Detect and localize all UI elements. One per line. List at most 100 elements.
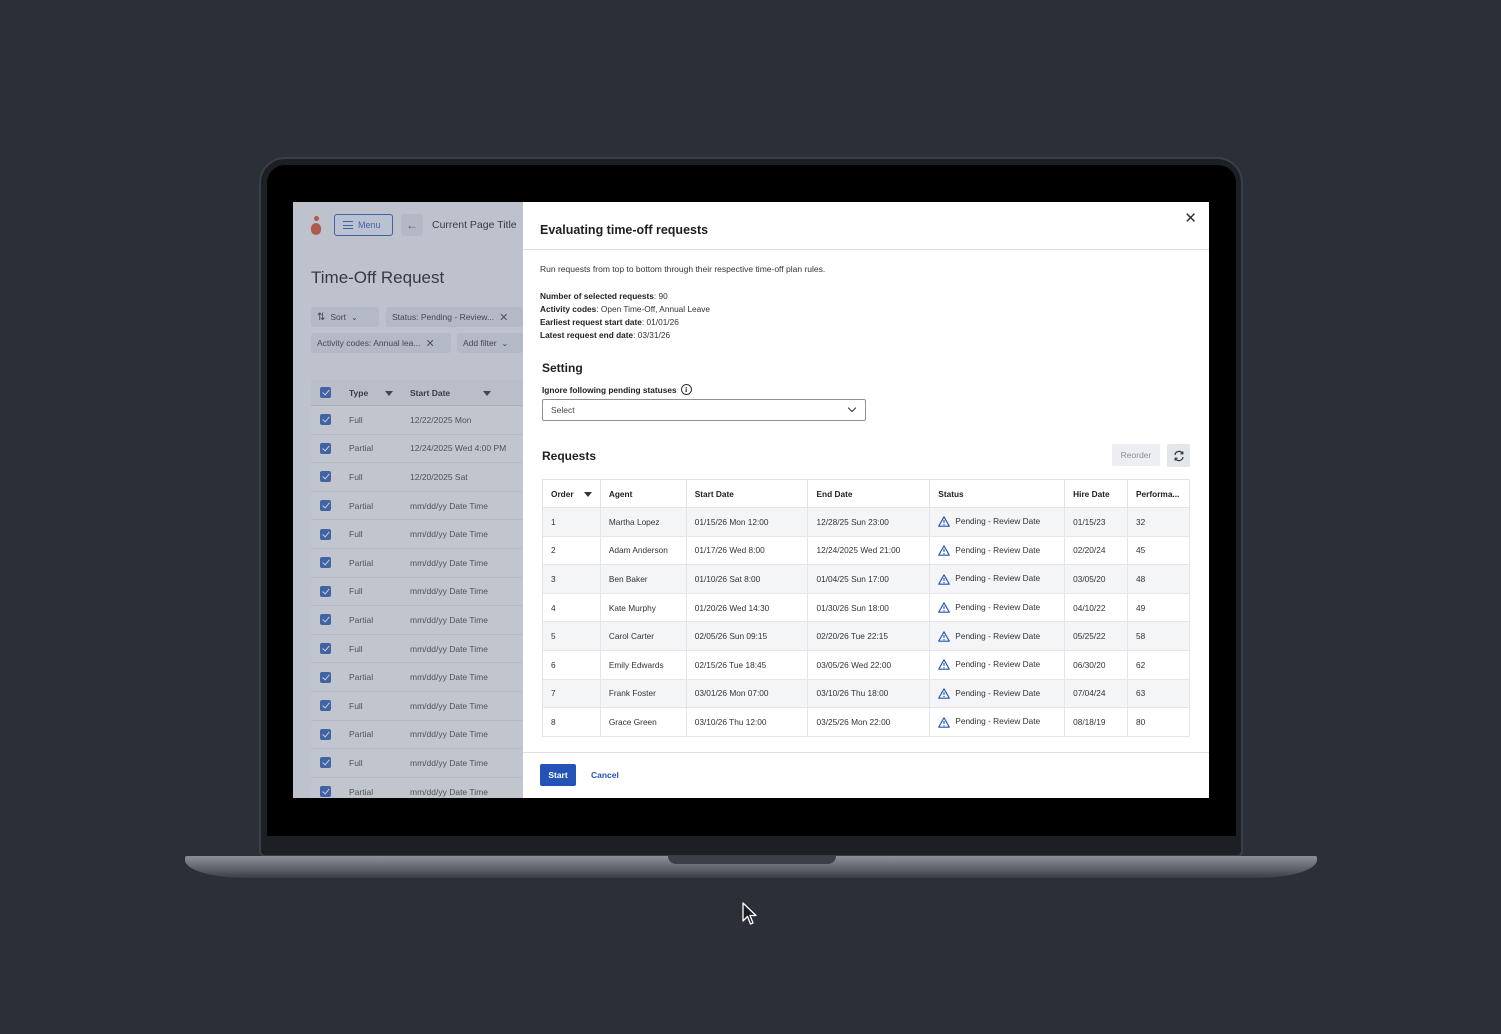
table-row[interactable]: Partial mm/dd/yy Date Time — [311, 663, 523, 692]
refresh-button[interactable] — [1167, 444, 1190, 467]
setting-heading: Setting — [542, 361, 583, 375]
sort-button[interactable]: ⇅ Sort ⌄ — [311, 307, 379, 327]
cell-start-date: 02/05/26 Sun 09:15 — [685, 621, 809, 651]
row-checkbox[interactable] — [320, 728, 331, 740]
status-filter-chip[interactable]: Status: Pending - Review... ✕ — [386, 307, 523, 327]
row-type: Full — [349, 414, 363, 425]
column-header-start-date[interactable]: Start Date — [685, 479, 809, 508]
sort-down-icon[interactable] — [384, 390, 393, 396]
cell-order: 3 — [542, 564, 601, 594]
cell-end-date: 01/30/26 Sun 18:00 — [807, 592, 931, 623]
close-icon[interactable]: ✕ — [425, 337, 434, 350]
row-checkbox[interactable] — [320, 414, 331, 426]
modal-title: Evaluating time-off requests — [540, 223, 709, 237]
menu-button[interactable]: Menu — [334, 214, 393, 236]
row-checkbox[interactable] — [320, 643, 331, 655]
table-row[interactable]: Full 12/22/2025 Mon — [311, 406, 523, 435]
cell-hire-date: 04/10/22 — [1064, 592, 1128, 623]
sort-down-icon[interactable] — [583, 491, 592, 497]
request-row[interactable]: 2 Adam Anderson 01/17/26 Wed 8:00 12/24/202… — [542, 535, 1190, 566]
cell-start-date: 01/10/26 Sat 8:00 — [685, 564, 809, 594]
table-row[interactable]: Partial mm/dd/yy Date Time — [311, 491, 523, 521]
info-icon[interactable]: i — [680, 384, 692, 395]
row-start-date: mm/dd/yy Date Time — [410, 786, 488, 797]
status-text: Pending - Review Date — [955, 687, 1041, 698]
row-start-date: mm/dd/yy Date Time — [410, 757, 488, 768]
start-button[interactable]: Start — [540, 764, 576, 786]
sort-down-icon[interactable] — [482, 390, 491, 396]
field-label-text: Ignore following pending statuses — [542, 384, 677, 395]
row-checkbox[interactable] — [320, 585, 331, 597]
row-type: Partial — [349, 786, 374, 797]
column-header-status[interactable]: Status — [929, 479, 1066, 508]
column-header-type[interactable]: Type — [349, 388, 410, 398]
screen: Menu ← Current Page Title Time-Off Reque… — [293, 202, 1209, 798]
request-row[interactable]: 3 Ben Baker 01/10/26 Sat 8:00 01/04/25 Sun … — [542, 564, 1190, 594]
row-type: Partial — [349, 614, 374, 625]
close-icon[interactable]: ✕ — [499, 311, 508, 324]
row-checkbox[interactable] — [320, 700, 331, 712]
requests-heading: Requests — [542, 449, 597, 463]
table-row[interactable]: Full mm/dd/yy Date Time — [311, 691, 523, 721]
table-row[interactable]: Full mm/dd/yy Date Time — [311, 749, 523, 778]
cancel-button[interactable]: Cancel — [591, 770, 619, 780]
cell-performance: 58 — [1127, 621, 1190, 651]
cell-performance: 80 — [1127, 707, 1190, 737]
row-checkbox[interactable] — [320, 786, 331, 798]
row-checkbox[interactable] — [320, 757, 331, 769]
activity-filter-label: Activity codes: Annual lea... — [317, 338, 421, 348]
column-header-start-date[interactable]: Start Date — [410, 388, 523, 398]
status-text: Pending - Review Date — [955, 573, 1041, 584]
warning-icon — [938, 573, 951, 585]
table-row[interactable]: Full 12/20/2025 Sat — [311, 463, 523, 492]
request-row[interactable]: 7 Frank Foster 03/01/26 Mon 07:00 03/10/26 … — [542, 678, 1190, 709]
back-button[interactable]: ← — [401, 214, 423, 236]
reorder-button[interactable]: Reorder — [1112, 444, 1160, 466]
row-start-date: mm/dd/yy Date Time — [410, 700, 488, 711]
table-row[interactable]: Full mm/dd/yy Date Time — [311, 520, 523, 549]
top-bar: Menu ← Current Page Title — [293, 202, 523, 248]
row-checkbox[interactable] — [320, 528, 331, 540]
column-header-hire-date[interactable]: Hire Date — [1064, 479, 1128, 508]
row-type: Full — [349, 700, 363, 711]
column-header-end-date[interactable]: End Date — [807, 479, 931, 508]
column-header-order[interactable]: Order — [542, 479, 601, 508]
close-icon[interactable]: ✕ — [1184, 209, 1197, 227]
table-row[interactable]: Partial mm/dd/yy Date Time — [311, 777, 523, 798]
cell-start-date: 01/20/26 Wed 14:30 — [685, 592, 809, 623]
request-row[interactable]: 6 Emily Edwards 02/15/26 Tue 18:45 03/05/26… — [542, 649, 1190, 680]
request-row[interactable]: 5 Carol Carter 02/05/26 Sun 09:15 02/20/26 … — [542, 621, 1190, 651]
status-text: Pending - Review Date — [955, 601, 1041, 612]
column-header-agent[interactable]: Agent — [599, 479, 687, 508]
table-row[interactable]: Partial mm/dd/yy Date Time — [311, 548, 523, 578]
row-checkbox[interactable] — [320, 614, 331, 626]
cell-end-date: 01/04/25 Sun 17:00 — [807, 564, 931, 594]
row-checkbox[interactable] — [320, 442, 331, 454]
cell-start-date: 02/15/26 Tue 18:45 — [685, 649, 809, 680]
table-row[interactable]: Full mm/dd/yy Date Time — [311, 577, 523, 607]
table-row[interactable]: Partial 12/24/2025 Wed 4:00 PM — [311, 434, 523, 464]
table-row[interactable]: Partial mm/dd/yy Date Time — [311, 720, 523, 750]
table-row[interactable]: Full mm/dd/yy Date Time — [311, 634, 523, 664]
cell-status: Pending - Review Date — [929, 707, 1066, 737]
row-checkbox[interactable] — [320, 471, 331, 483]
row-checkbox[interactable] — [320, 671, 331, 683]
row-checkbox[interactable] — [320, 557, 331, 569]
row-type: Partial — [349, 557, 374, 568]
column-label: Type — [349, 387, 369, 398]
request-row[interactable]: 1 Martha Lopez 01/15/26 Mon 12:00 12/28/25 … — [542, 507, 1190, 537]
select-all-checkbox[interactable] — [320, 387, 331, 398]
cell-status: Pending - Review Date — [929, 564, 1066, 594]
status-text: Pending - Review Date — [955, 659, 1041, 670]
status-text: Pending - Review Date — [955, 516, 1041, 527]
cell-order: 6 — [542, 649, 601, 680]
mouse-cursor-icon — [742, 902, 757, 925]
pending-status-select[interactable]: Select — [542, 399, 866, 421]
table-row[interactable]: Partial mm/dd/yy Date Time — [311, 606, 523, 635]
row-checkbox[interactable] — [320, 500, 331, 512]
request-row[interactable]: 4 Kate Murphy 01/20/26 Wed 14:30 01/30/26 S… — [542, 592, 1190, 623]
activity-filter-chip[interactable]: Activity codes: Annual lea... ✕ — [311, 333, 451, 353]
column-header-performance[interactable]: Performa... — [1127, 479, 1190, 508]
request-row[interactable]: 8 Grace Green 03/10/26 Thu 12:00 03/25/26 M… — [542, 707, 1190, 737]
add-filter-button[interactable]: Add filter ⌄ — [457, 333, 523, 353]
